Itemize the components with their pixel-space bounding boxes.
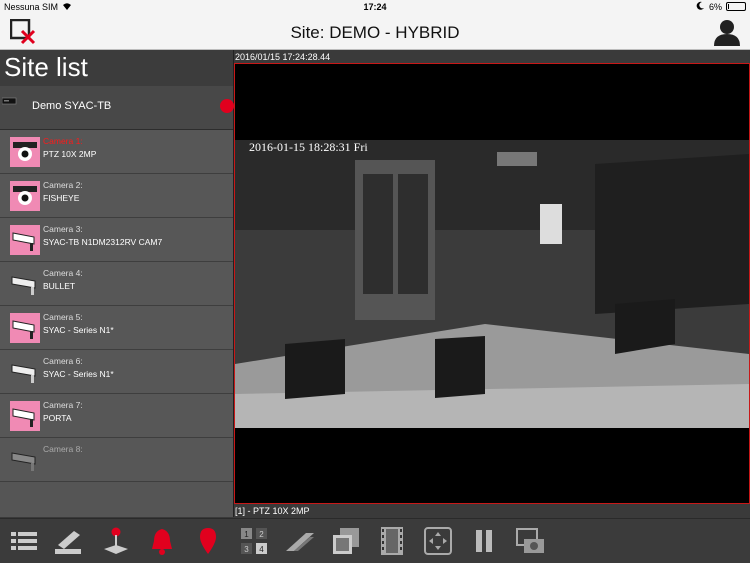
camera-label: Camera 4: — [43, 268, 83, 278]
ios-status-bar: Nessuna SIM 17:24 6% — [0, 0, 750, 14]
camera-item[interactable]: Camera 5: SYAC - Series N1* — [0, 306, 233, 350]
svg-text:4: 4 — [259, 545, 264, 554]
joystick-icon — [104, 527, 128, 554]
camera-label: Camera 7: — [43, 400, 83, 410]
camera-label: Camera 6: — [43, 356, 83, 366]
clock: 17:24 — [363, 2, 387, 12]
playback-button[interactable] — [376, 525, 408, 557]
video-caption: [1] - PTZ 10X 2MP — [235, 506, 310, 516]
ptz-dome-camera-icon — [10, 137, 40, 167]
camera-item[interactable]: Camera 8: — [0, 438, 233, 482]
list-icon — [11, 532, 37, 550]
camera-model: PTZ 10X 2MP — [43, 149, 97, 159]
ptz-control-button[interactable] — [422, 525, 454, 557]
camera-item[interactable]: Camera 6: SYAC - Series N1* — [0, 350, 233, 394]
ptz-directions-icon — [424, 527, 452, 555]
list-button[interactable] — [8, 525, 40, 557]
keyboard-icon — [55, 531, 81, 554]
status-right: 6% — [696, 1, 746, 12]
svg-text:1: 1 — [244, 530, 249, 539]
bullet-camera-icon — [10, 445, 40, 475]
bullet-camera-icon — [10, 225, 40, 255]
svg-text:2: 2 — [259, 530, 264, 539]
camera-label: Camera 5: — [43, 312, 83, 322]
quad-layout-button[interactable]: 1 2 3 4 — [238, 525, 270, 557]
snapshot-icon — [516, 528, 544, 553]
alarm-bell-icon — [152, 529, 172, 555]
camera-model: SYAC - Series N1* — [43, 325, 114, 335]
camera-model: PORTA — [43, 413, 72, 423]
site-list-panel: Site list Demo SYAC-TB Camera 1: PTZ 10X… — [0, 50, 234, 517]
film-icon — [381, 527, 403, 555]
pause-button[interactable] — [468, 525, 500, 557]
app-window: Nessuna SIM 17:24 6% Site: DEMO - HYBRID — [0, 0, 750, 563]
bullet-camera-icon — [10, 313, 40, 343]
alarm-button[interactable] — [146, 525, 178, 557]
bottom-toolbar: 1 2 3 4 — [0, 518, 750, 563]
camera-label: Camera 3: — [43, 224, 83, 234]
sequence-button[interactable] — [284, 525, 316, 557]
camera-model: BULLET — [43, 281, 76, 291]
page-title: Site: DEMO - HYBRID — [290, 23, 460, 42]
camera-item[interactable]: Camera 2: FISHEYE — [0, 174, 233, 218]
keyboard-button[interactable] — [52, 525, 84, 557]
camera-feed-image — [235, 64, 749, 503]
dvr-icon — [1, 94, 18, 105]
location-button[interactable] — [192, 525, 224, 557]
bullet-camera-icon — [10, 357, 40, 387]
title-bar: Site: DEMO - HYBRID — [0, 14, 750, 50]
snapshot-button[interactable] — [514, 525, 546, 557]
video-viewport[interactable]: 2016-01-15 18:28:31 Fri — [234, 63, 750, 504]
site-item[interactable]: Demo SYAC-TB — [0, 86, 234, 130]
svg-text:3: 3 — [244, 545, 249, 554]
osd-datetime: 2016-01-15 18:28:31 Fri — [249, 140, 368, 154]
camera-label: Camera 2: — [43, 180, 83, 190]
camera-item[interactable]: Camera 7: PORTA — [0, 394, 233, 438]
camera-label: Camera 1: — [43, 136, 83, 146]
connection-status-dot — [220, 99, 234, 113]
camera-label: Camera 8: — [43, 444, 83, 454]
joystick-button[interactable] — [100, 525, 132, 557]
camera-item[interactable]: Camera 3: SYAC-TB N1DM2312RV CAM7 — [0, 218, 233, 262]
user-icon — [714, 20, 740, 46]
location-pin-icon — [200, 528, 216, 554]
multi-view-icon — [333, 528, 359, 554]
battery-icon — [726, 2, 746, 11]
quad-layout-icon: 1 2 3 4 — [241, 528, 267, 554]
camera-model: SYAC-TB N1DM2312RV CAM7 — [43, 237, 163, 247]
camera-model: SYAC - Series N1* — [43, 369, 114, 379]
site-name: Demo SYAC-TB — [32, 100, 112, 112]
user-button[interactable] — [712, 17, 742, 47]
camera-model: FISHEYE — [43, 193, 80, 203]
camera-item[interactable]: Camera 1: PTZ 10X 2MP — [0, 130, 233, 174]
bullet-camera-icon — [10, 401, 40, 431]
multi-view-button[interactable] — [330, 525, 362, 557]
site-list-title: Site list — [0, 50, 233, 86]
bullet-camera-icon — [10, 269, 40, 299]
camera-item[interactable]: Camera 4: BULLET — [0, 262, 233, 306]
ptz-dome-camera-icon — [10, 181, 40, 211]
battery-percentage: 6% — [708, 1, 722, 12]
sequence-icon — [286, 533, 314, 551]
video-timestamp: 2016/01/15 17:24:28.44 — [235, 52, 331, 62]
pause-icon — [476, 530, 492, 552]
moon-icon — [696, 1, 705, 12]
